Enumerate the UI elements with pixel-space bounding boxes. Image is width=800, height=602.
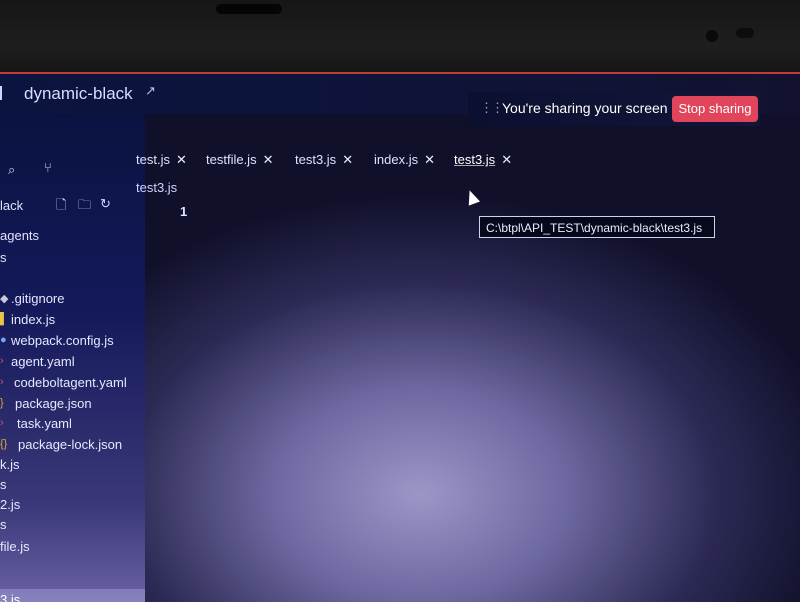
file-item[interactable]: {} package-lock.json — [0, 436, 145, 455]
bezel-sensor — [736, 28, 754, 38]
file-name: index.js — [11, 312, 56, 327]
mouse-cursor-icon — [463, 188, 481, 206]
breadcrumb[interactable]: test3.js — [136, 180, 177, 195]
webpack-icon: ● — [0, 334, 7, 346]
tab-index-js[interactable]: index.js ✕ — [374, 152, 435, 168]
tab-testfile-js[interactable]: testfile.js ✕ — [206, 152, 273, 168]
close-icon[interactable]: ✕ — [342, 152, 353, 167]
file-path-tooltip: C:\btpl\API_TEST\dynamic-black\test3.js — [479, 216, 715, 238]
external-link-icon[interactable]: ↗ — [145, 83, 156, 99]
editor-area[interactable]: test.js ✕ testfile.js ✕ test3.js ✕ index.js… — [130, 114, 800, 602]
file-name: package-lock.json — [18, 437, 123, 452]
close-icon[interactable]: ✕ — [424, 152, 435, 167]
bezel-dot — [706, 30, 718, 42]
new-file-icon[interactable]: 🗋 — [56, 196, 66, 218]
tab-test-js[interactable]: test.js ✕ — [136, 152, 187, 168]
sidebar: ⌕ ⑂ lack 🗋 🗀 ↻ agents s ◆ .gitignore ▌ i… — [0, 114, 145, 602]
file-item[interactable]: k.js — [0, 457, 20, 476]
close-icon[interactable]: ✕ — [263, 152, 274, 167]
file-item[interactable]: } package.json — [0, 395, 145, 414]
json-icon: {} — [0, 438, 8, 450]
yaml-icon: › — [0, 376, 4, 388]
tab-label: testfile.js — [206, 152, 257, 167]
selected-file-row[interactable]: 3.js — [0, 589, 145, 602]
file-item[interactable]: ◆ .gitignore — [0, 290, 145, 309]
file-item[interactable]: 2.js — [0, 497, 20, 516]
file-item[interactable]: ▌ index.js — [0, 311, 145, 330]
js-file-icon: ▌ — [0, 313, 8, 325]
folder-agents[interactable]: agents — [0, 228, 39, 243]
file-name: 3.js — [0, 592, 21, 602]
tab-label: test3.js — [295, 152, 337, 167]
explorer-folder-label[interactable]: lack — [0, 198, 23, 213]
file-item[interactable]: file.js — [0, 539, 30, 558]
file-name: webpack.config.js — [11, 333, 114, 348]
source-control-icon[interactable]: ⑂ — [44, 160, 52, 175]
tab-label: test.js — [136, 152, 170, 167]
line-number: 1 — [180, 204, 188, 219]
json-icon: } — [0, 397, 4, 409]
gitignore-icon: ◆ — [0, 293, 9, 305]
screen: dynamic-black ↗ ⋮⋮ You're sharing your s… — [0, 72, 800, 602]
file-name: task.yaml — [17, 416, 72, 431]
folder-cut: s — [0, 250, 7, 265]
search-icon[interactable]: ⌕ — [8, 162, 15, 178]
close-icon[interactable]: ✕ — [501, 152, 512, 167]
tab-test3-js[interactable]: test3.js ✕ — [295, 152, 353, 168]
file-item[interactable]: s — [0, 477, 7, 496]
refresh-icon[interactable]: ↻ — [100, 196, 111, 212]
yaml-icon: › — [0, 417, 4, 429]
file-name: codeboltagent.yaml — [14, 375, 127, 390]
tab-label: test3.js — [454, 152, 496, 167]
file-item[interactable]: ● webpack.config.js — [0, 332, 145, 351]
tab-label: index.js — [374, 152, 419, 167]
file-item[interactable]: › task.yaml — [0, 415, 145, 434]
close-icon[interactable]: ✕ — [176, 152, 187, 167]
window-title: dynamic-black — [24, 84, 133, 103]
file-name: .gitignore — [11, 291, 65, 306]
file-item[interactable]: › agent.yaml — [0, 353, 145, 372]
camera-slot — [216, 4, 282, 14]
file-item[interactable]: s — [0, 517, 7, 536]
new-folder-icon[interactable]: 🗀 — [78, 196, 91, 218]
file-item[interactable]: › codeboltagent.yaml — [0, 374, 145, 393]
tab-test3-js-active[interactable]: test3.js ✕ — [454, 152, 512, 168]
laptop-bezel — [0, 0, 800, 78]
file-name: package.json — [15, 396, 92, 411]
menu-icon[interactable] — [0, 86, 8, 100]
yaml-icon: › — [0, 355, 4, 367]
file-name: agent.yaml — [11, 354, 75, 369]
